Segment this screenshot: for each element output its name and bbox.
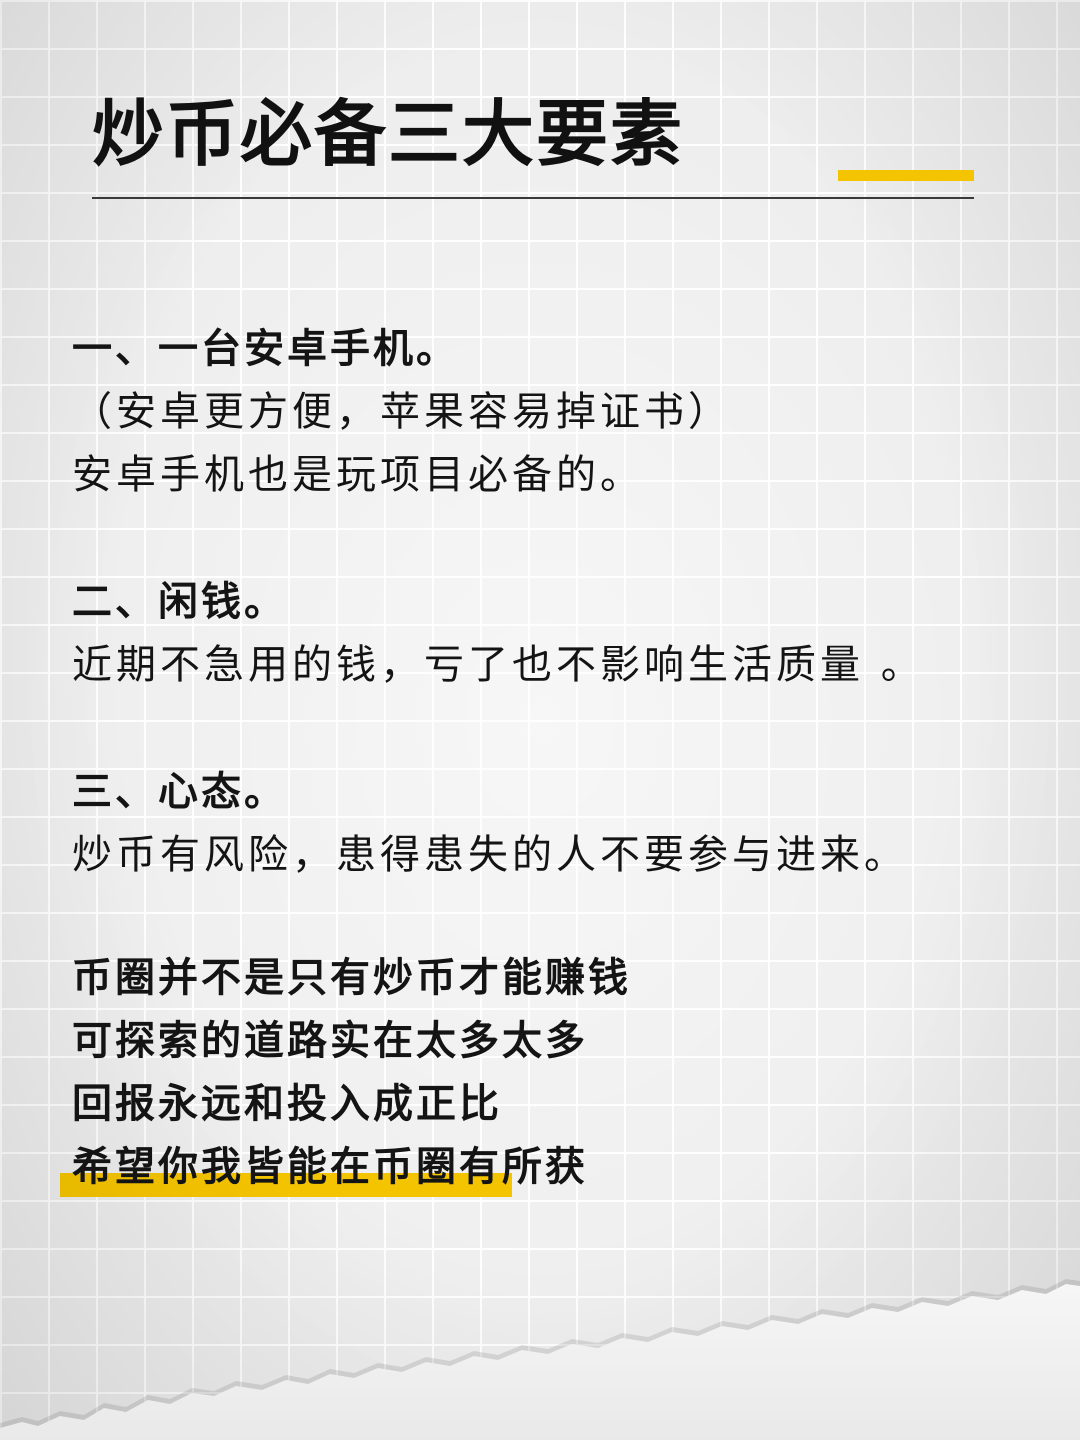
section-text: 近期不急用的钱，亏了也不影响生活质量 。 [72, 642, 925, 688]
section-text: 炒币有风险，患得患失的人不要参与进来。 [72, 832, 908, 878]
closing-line: 币圈并不是只有炒币才能赚钱 [72, 955, 631, 1001]
section-heading: 二、闲钱。 [72, 579, 287, 625]
section-3: 三、心态。 炒币有风险，患得患失的人不要参与进来。 [72, 761, 1012, 887]
closing-block: 币圈并不是只有炒币才能赚钱 可探索的道路实在太多太多 回报永远和投入成正比 希望… [60, 947, 1012, 1199]
section-text: 安卓手机也是玩项目必备的。 [72, 452, 644, 498]
title-divider [92, 197, 974, 199]
closing-line: 回报永远和投入成正比 [72, 1081, 502, 1127]
title-accent-bar [838, 170, 974, 181]
closing-line: 可探索的道路实在太多太多 [72, 1018, 588, 1064]
section-text: （安卓更方便，苹果容易掉证书） [72, 389, 732, 435]
torn-paper-edge [0, 1279, 1080, 1440]
section-heading: 三、心态。 [72, 769, 287, 815]
section-2: 二、闲钱。 近期不急用的钱，亏了也不影响生活质量 。 [72, 571, 1012, 697]
section-1: 一、一台安卓手机。 （安卓更方便，苹果容易掉证书） 安卓手机也是玩项目必备的。 [72, 318, 1012, 507]
highlighted-text: 希望你我皆能在币圈有所获 [60, 1136, 588, 1199]
page-title: 炒币必备三大要素 [92, 92, 685, 176]
content-body: 一、一台安卓手机。 （安卓更方便，苹果容易掉证书） 安卓手机也是玩项目必备的。 … [60, 318, 1012, 1199]
section-heading: 一、一台安卓手机。 [72, 326, 459, 372]
closing-line-highlighted: 希望你我皆能在币圈有所获 [60, 1136, 1012, 1199]
